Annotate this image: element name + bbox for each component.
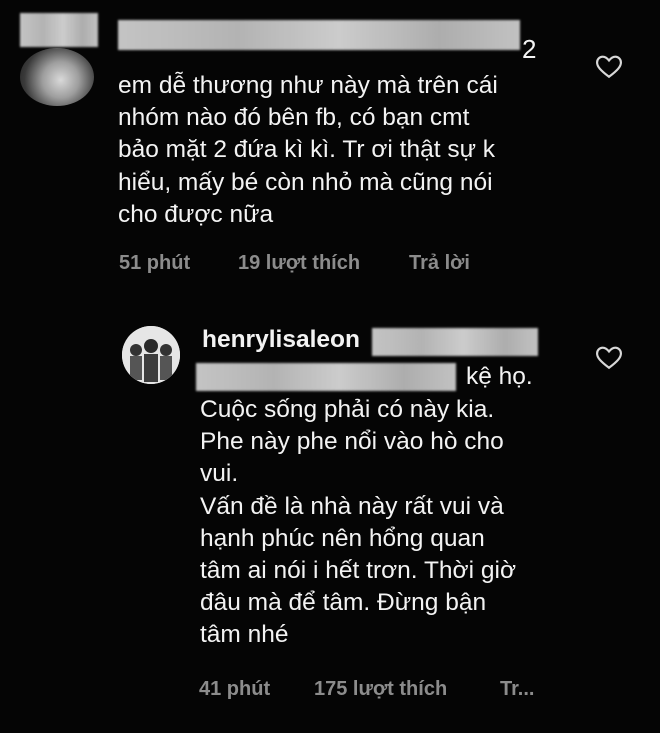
comment-text: Cuộc sống phải có này kia. Phe này phe n… <box>200 396 517 649</box>
username[interactable]: henrylisaleon <box>202 326 360 354</box>
heart-icon[interactable] <box>596 55 622 79</box>
reply-button[interactable]: Trả lời <box>409 252 470 275</box>
comment-time: 51 phút <box>119 252 191 274</box>
redacted-username <box>20 13 98 47</box>
heart-icon[interactable] <box>596 346 622 370</box>
mention-text: kệ họ. <box>466 363 533 390</box>
comment-text: em dễ thương như này mà trên cái nhóm nà… <box>118 72 498 228</box>
redacted-mention <box>196 363 456 391</box>
likes-count[interactable]: 19 lượt thích <box>238 252 360 275</box>
comment-2: henrylisaleon kệ họ. Cuộc sống phải có n… <box>0 290 660 733</box>
avatar[interactable] <box>20 48 94 106</box>
avatar[interactable] <box>122 326 180 384</box>
likes-count[interactable]: 175 lượt thích <box>314 678 447 701</box>
username-suffix: 2 <box>522 34 537 64</box>
comment-time: 41 phút <box>199 678 271 700</box>
reply-button[interactable]: Tr... <box>500 678 534 701</box>
avatar-image <box>122 326 180 384</box>
redacted-username <box>372 328 538 356</box>
redacted-username <box>118 20 520 50</box>
comment-1: 2 em dễ thương như này mà trên cái nhóm … <box>0 0 660 290</box>
